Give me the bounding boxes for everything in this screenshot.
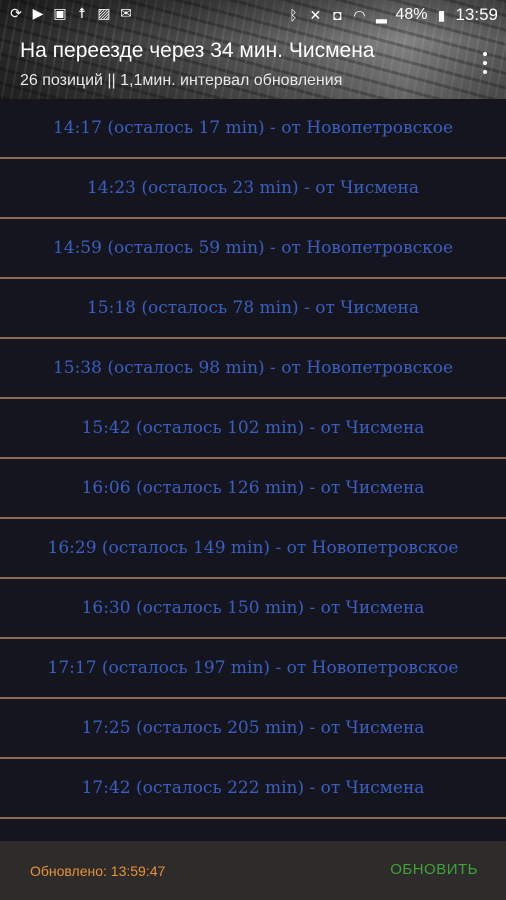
schedule-list[interactable]: 14:17 (осталось 17 min) - от Новопетровс… [0,99,506,841]
schedule-item[interactable]: 14:59 (осталось 59 min) - от Новопетровс… [0,219,506,279]
schedule-item[interactable]: 17:25 (осталось 205 min) - от Чисмена [0,699,506,759]
notification-icon: ☨ [78,5,86,21]
app-screen: ⟳ ▶ ▣ ☨ ▨ ✉ ᛒ ✕ ◘ ◠ ▂ 48% ▮ 13:59 На пер… [0,0,506,900]
schedule-item[interactable]: 14:17 (осталось 17 min) - от Новопетровс… [0,99,506,159]
schedule-item[interactable]: 14:23 (осталось 23 min) - от Чисмена [0,159,506,219]
schedule-item[interactable]: 16:29 (осталось 149 min) - от Новопетров… [0,519,506,579]
schedule-item[interactable]: 15:38 (осталось 98 min) - от Новопетровс… [0,339,506,399]
wifi-icon: ◠ [353,7,366,23]
schedule-item[interactable]: 17:42 (осталось 222 min) - от Чисмена [0,759,506,819]
schedule-item[interactable]: 15:42 (осталось 102 min) - от Чисмена [0,399,506,459]
status-bar: ⟳ ▶ ▣ ☨ ▨ ✉ ᛒ ✕ ◘ ◠ ▂ 48% ▮ 13:59 [0,0,506,32]
schedule-item[interactable]: 16:30 (осталось 150 min) - от Чисмена [0,579,506,639]
mail-icon: ✉ [120,5,132,21]
refresh-button[interactable]: ОБНОВИТЬ [390,861,478,878]
clock: 13:59 [455,5,498,24]
last-updated-label: Обновлено: 13:59:47 [30,863,166,879]
play-store-icon: ▶ [32,5,44,21]
schedule-item[interactable]: 17:17 (осталось 197 min) - от Новопетров… [0,639,506,699]
schedule-item[interactable]: 16:06 (осталось 126 min) - от Чисмена [0,459,506,519]
signal-icon: ▂ [376,7,387,23]
screenshot-icon: ▣ [53,5,67,21]
battery-icon: ▮ [437,7,446,23]
sync-icon: ⟳ [10,5,22,21]
overflow-menu-icon[interactable] [482,52,488,74]
nfc-icon: ◘ [333,7,342,23]
page-title: На переезде через 34 мин. Чисмена [20,39,375,62]
bluetooth-icon: ᛒ [289,7,298,23]
bottom-bar: Обновлено: 13:59:47 ОБНОВИТЬ [0,841,506,900]
battery-percent: 48% [395,6,428,23]
schedule-item[interactable] [0,819,506,841]
page-subtitle: 26 позиций || 1,1мин. интервал обновлени… [20,72,343,89]
image-icon: ▨ [97,5,111,21]
mute-icon: ✕ [309,7,322,23]
schedule-item[interactable]: 15:18 (осталось 78 min) - от Чисмена [0,279,506,339]
